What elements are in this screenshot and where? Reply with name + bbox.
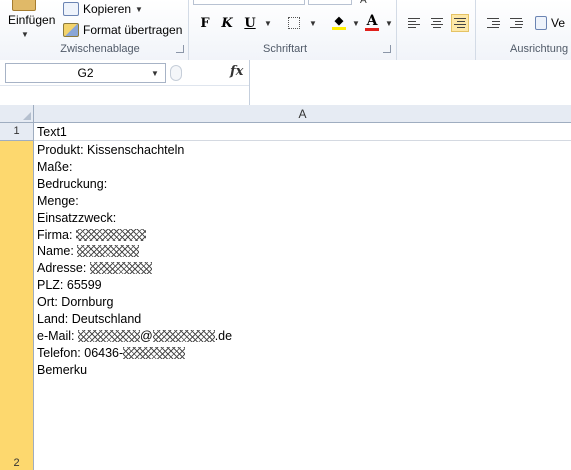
column-header-a[interactable]: A: [34, 105, 571, 123]
format-painter-button[interactable]: Format übertragen: [63, 21, 182, 39]
formula-bar-resize-handle[interactable]: [170, 65, 182, 81]
cell-line: Menge:: [37, 193, 79, 208]
clipboard-group-label: Zwischenablage: [60, 43, 140, 55]
align-center-button[interactable]: [428, 14, 446, 32]
cell-a1[interactable]: Text1: [34, 123, 571, 141]
group-divider: [396, 0, 397, 60]
cell-line: PLZ: 65599: [37, 278, 102, 293]
group-divider: [188, 0, 189, 60]
copy-button[interactable]: Kopieren ▼: [63, 0, 143, 18]
font-color-button[interactable]: A: [364, 14, 380, 32]
font-color-dropdown-caret-icon[interactable]: ▼: [385, 14, 393, 32]
bold-button[interactable]: F: [198, 14, 212, 32]
copy-icon: [63, 2, 79, 16]
redaction-mark: [77, 245, 140, 258]
font-dialog-launcher-icon[interactable]: [383, 45, 391, 53]
borders-button[interactable]: [286, 14, 302, 32]
cell-line: Ort: Dornburg: [37, 295, 114, 310]
paste-dropdown-caret-icon[interactable]: ▼: [21, 30, 29, 39]
name-box[interactable]: G2: [5, 63, 166, 83]
font-color-letter: A: [366, 13, 378, 29]
cell-line: Firma:: [37, 227, 232, 244]
underline-button[interactable]: U: [243, 14, 257, 32]
insert-function-icon[interactable]: fx: [230, 64, 243, 79]
cell-line: Telefon: 06436-: [37, 345, 232, 362]
wrap-text-icon: [535, 16, 547, 30]
select-all-button[interactable]: [0, 105, 34, 123]
formula-bar: G2 ▼ fx: [0, 60, 571, 106]
italic-button[interactable]: K: [220, 14, 234, 32]
decrease-indent-button[interactable]: [484, 14, 502, 32]
copy-dropdown-caret-icon[interactable]: ▼: [135, 5, 143, 14]
borders-icon: [288, 17, 300, 29]
align-right-button[interactable]: [451, 14, 469, 32]
cell-line: Bemerku: [37, 362, 88, 377]
paste-clipboard-icon[interactable]: [12, 0, 36, 11]
cell-line: e-Mail: @ .de: [37, 328, 233, 343]
paste-button[interactable]: Einfügen: [8, 13, 55, 27]
wrap-text-button[interactable]: Ve: [535, 14, 565, 32]
name-box-dropdown-caret-icon[interactable]: ▼: [151, 69, 159, 78]
cell-line: Maße:: [37, 159, 73, 174]
font-size-combobox[interactable]: [308, 0, 352, 5]
worksheet-grid: A 1 2 Text1 Produkt: Kissenschachteln Ma…: [0, 105, 571, 470]
cell-line: Name:: [37, 243, 232, 260]
ribbon: Einfügen ▼ Kopieren ▼ Format übertragen …: [0, 0, 571, 61]
grow-font-icon[interactable]: A: [360, 0, 367, 6]
cell-line: Land: Deutschland: [37, 312, 142, 327]
row-header-2[interactable]: 2: [0, 141, 34, 470]
redaction-mark: [152, 329, 215, 342]
fill-color-swatch: [332, 27, 346, 30]
redaction-mark: [75, 228, 146, 241]
fill-color-dropdown-caret-icon[interactable]: ▼: [352, 14, 360, 32]
cell-a2[interactable]: Produkt: Kissenschachteln Maße: Bedrucku…: [37, 142, 232, 379]
clipboard-dialog-launcher-icon[interactable]: [176, 45, 184, 53]
align-left-button[interactable]: [405, 14, 423, 32]
group-divider: [475, 0, 476, 60]
underline-dropdown-caret-icon[interactable]: ▼: [264, 14, 272, 32]
formula-input[interactable]: [250, 60, 571, 105]
font-group-label: Schriftart: [262, 43, 307, 55]
redaction-mark: [89, 262, 152, 275]
increase-indent-button[interactable]: [507, 14, 525, 32]
cell-line: Einsatzzweck:: [37, 210, 117, 225]
alignment-group-label: Ausrichtung: [510, 43, 569, 55]
paint-bucket-icon: ◆: [334, 15, 344, 27]
row-header-1[interactable]: 1: [0, 123, 34, 141]
font-name-combobox[interactable]: [193, 0, 305, 5]
fill-color-button[interactable]: ◆: [331, 14, 347, 32]
format-painter-label: Format übertragen: [83, 23, 183, 37]
row-header-2-label: 2: [13, 457, 20, 469]
copy-label: Kopieren: [83, 2, 132, 16]
borders-dropdown-caret-icon[interactable]: ▼: [309, 14, 317, 32]
cell-line: Bedruckung:: [37, 176, 108, 191]
wrap-text-label: Ve: [551, 16, 566, 30]
redaction-mark: [123, 346, 186, 359]
cell-line: Adresse:: [37, 260, 232, 277]
format-painter-icon: [63, 23, 79, 37]
font-color-swatch: [365, 28, 379, 31]
cell-line: Produkt: Kissenschachteln: [37, 143, 185, 157]
redaction-mark: [77, 329, 140, 342]
formula-bar-gutter: [0, 85, 249, 106]
